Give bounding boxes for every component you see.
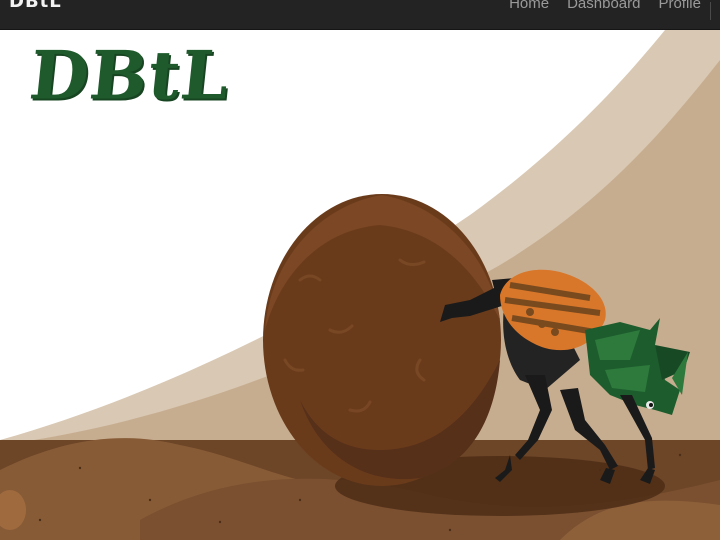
nav-links: Home Dashboard Profile [509,0,701,12]
nav-divider [710,2,711,20]
nav-profile-link[interactable]: Profile [658,0,701,12]
page: DBtL Home Dashboard Profile DBtL [0,0,720,540]
brand-logo[interactable]: DBtL [9,0,62,12]
nav-dashboard-link[interactable]: Dashboard [567,0,640,12]
hero-title: DBtL [25,36,234,116]
dung-ball [263,194,501,486]
nav-home-link[interactable]: Home [509,0,549,12]
top-navbar: DBtL Home Dashboard Profile [0,0,720,30]
